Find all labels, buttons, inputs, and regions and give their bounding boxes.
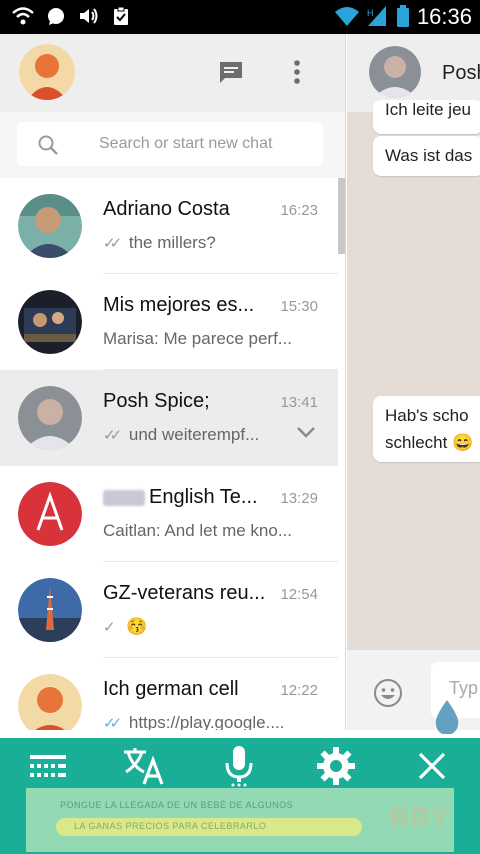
- wifi-icon: [12, 7, 34, 25]
- ad-logo: BBY: [390, 802, 451, 832]
- chat-preview: ✓✓ the millers?: [103, 233, 216, 253]
- group-avatar: [18, 290, 82, 354]
- message-text: schlecht 😄: [385, 433, 474, 452]
- my-profile-avatar[interactable]: [19, 44, 75, 100]
- group-avatar: [18, 482, 82, 546]
- clipboard-check-icon: [114, 6, 128, 25]
- keyboard-button[interactable]: [18, 744, 78, 788]
- chat-time: 13:41: [280, 394, 318, 411]
- chat-preview: Caitlan: And let me kno...: [103, 521, 292, 541]
- chat-row-mis-mejores[interactable]: Mis mejores es... 15:30 Marisa: Me parec…: [0, 274, 338, 370]
- ad-text-line1: PONGUE LA LLEGADA DE UN BEBÉ DE ALGUNOS: [60, 800, 294, 810]
- status-time: 16:36: [416, 4, 472, 29]
- contact-avatar: [18, 386, 82, 450]
- chat-preview: ✓✓ https://play.google....: [103, 713, 285, 730]
- status-bar: H 16:36: [0, 0, 480, 34]
- menu-more-icon[interactable]: [288, 59, 306, 87]
- chat-list: Adriano Costa 16:23 ✓✓ the millers? Mis …: [0, 178, 338, 730]
- microphone-icon: [225, 746, 253, 787]
- message-text: Ich leite jeu: [385, 100, 471, 119]
- translate-button[interactable]: [114, 744, 174, 788]
- message-text: Was ist das: [385, 146, 473, 165]
- microphone-button[interactable]: [209, 744, 269, 788]
- advertisement-banner[interactable]: PONGUE LA LLEGADA DE UN BEBÉ DE ALGUNOS …: [26, 788, 454, 852]
- chat-preview-text: https://play.google....: [128, 713, 285, 730]
- single-check-icon: ✓: [103, 619, 116, 636]
- double-check-icon: ✓✓: [103, 235, 122, 252]
- chat-name: Adriano Costa: [103, 198, 230, 220]
- search-input[interactable]: [99, 130, 314, 158]
- search-icon: [38, 135, 58, 155]
- group-avatar: [18, 578, 82, 642]
- chat-list-scrollbar[interactable]: [338, 178, 345, 254]
- chat-preview: ✓✓ und weiterempf...: [103, 425, 259, 445]
- message-composer: Typ: [347, 650, 480, 730]
- gear-icon: [317, 747, 355, 785]
- blurred-name-prefix: [103, 489, 145, 506]
- emoji-icon[interactable]: [373, 678, 403, 708]
- chat-preview-text: the millers?: [128, 233, 216, 252]
- translator-toolbar: PONGUE LA LLEGADA DE UN BEBÉ DE ALGUNOS …: [0, 738, 480, 854]
- chat-time: 12:22: [280, 682, 318, 699]
- ad-text-line2: LA GANAS PRECIOS PARA CELEBRARLO: [74, 821, 267, 831]
- search-bar: [0, 112, 345, 178]
- conversation-pane: Posh Ich leite jeu Was ist das Hab's sch…: [347, 34, 480, 730]
- battery-icon: [397, 5, 409, 27]
- conversation-title: Posh: [442, 62, 480, 84]
- chat-row-ich-german-cell[interactable]: Ich german cell 12:22 ✓✓ https://play.go…: [0, 658, 338, 730]
- message-bubble: Ich leite jeu: [373, 100, 480, 134]
- close-icon: [418, 752, 446, 780]
- chat-row-adriano-costa[interactable]: Adriano Costa 16:23 ✓✓ the millers?: [0, 178, 338, 274]
- chat-preview-text: Marisa: Me parece perf...: [103, 329, 292, 348]
- double-check-read-icon: ✓✓: [103, 715, 122, 730]
- chat-name: Mis mejores es...: [103, 294, 255, 316]
- chat-row-gz-veterans[interactable]: GZ-veterans reu... 12:54 ✓ 😚: [0, 562, 338, 658]
- settings-button[interactable]: [306, 744, 366, 788]
- double-check-icon: ✓✓: [103, 427, 122, 444]
- volume-icon: [80, 8, 98, 24]
- close-button[interactable]: [402, 744, 462, 788]
- message-bubble: Hab's scho schlecht 😄: [373, 396, 480, 462]
- translate-icon: [124, 748, 164, 785]
- chat-preview-text: und weiterempf...: [128, 425, 260, 444]
- chat-time: 13:29: [280, 490, 318, 507]
- svg-text:H: H: [367, 8, 374, 18]
- message-input-placeholder: Typ: [449, 678, 479, 698]
- chevron-down-icon[interactable]: [296, 426, 316, 440]
- chat-list-pane: Adriano Costa 16:23 ✓✓ the millers?: [0, 34, 346, 730]
- contact-avatar: [18, 194, 82, 258]
- chat-name: English Te...: [103, 486, 258, 509]
- group-avatar: [18, 674, 82, 730]
- chat-list-header: [0, 34, 345, 112]
- chat-row-posh-spice[interactable]: Posh Spice; 13:41 ✓✓ und weiterempf...: [0, 370, 338, 466]
- new-chat-icon[interactable]: [218, 59, 244, 85]
- chat-name: Ich german cell: [103, 678, 239, 700]
- chat-name: Posh Spice;: [103, 390, 210, 412]
- search-box[interactable]: [17, 122, 323, 166]
- chat-time: 16:23: [280, 202, 318, 219]
- chat-name: GZ-veterans reu...: [103, 582, 266, 604]
- chat-preview: ✓ 😚: [103, 617, 147, 637]
- keyboard-icon: [30, 755, 66, 777]
- cell-signal-icon: H: [367, 6, 386, 26]
- message-text: Hab's scho: [385, 406, 469, 425]
- chat-preview-text: Caitlan: And let me kno...: [103, 521, 292, 540]
- contact-avatar[interactable]: [369, 46, 421, 98]
- chat-preview-emoji: 😚: [126, 617, 148, 636]
- message-bubble: Was ist das: [373, 136, 480, 176]
- text-cursor-handle-icon[interactable]: [434, 700, 460, 734]
- chat-notification-icon: [48, 8, 64, 25]
- chat-row-english-te[interactable]: English Te... 13:29 Caitlan: And let me …: [0, 466, 338, 562]
- chat-time: 15:30: [280, 298, 318, 315]
- chat-preview: Marisa: Me parece perf...: [103, 329, 292, 349]
- wifi-signal-icon: [335, 7, 359, 26]
- chat-time: 12:54: [280, 586, 318, 603]
